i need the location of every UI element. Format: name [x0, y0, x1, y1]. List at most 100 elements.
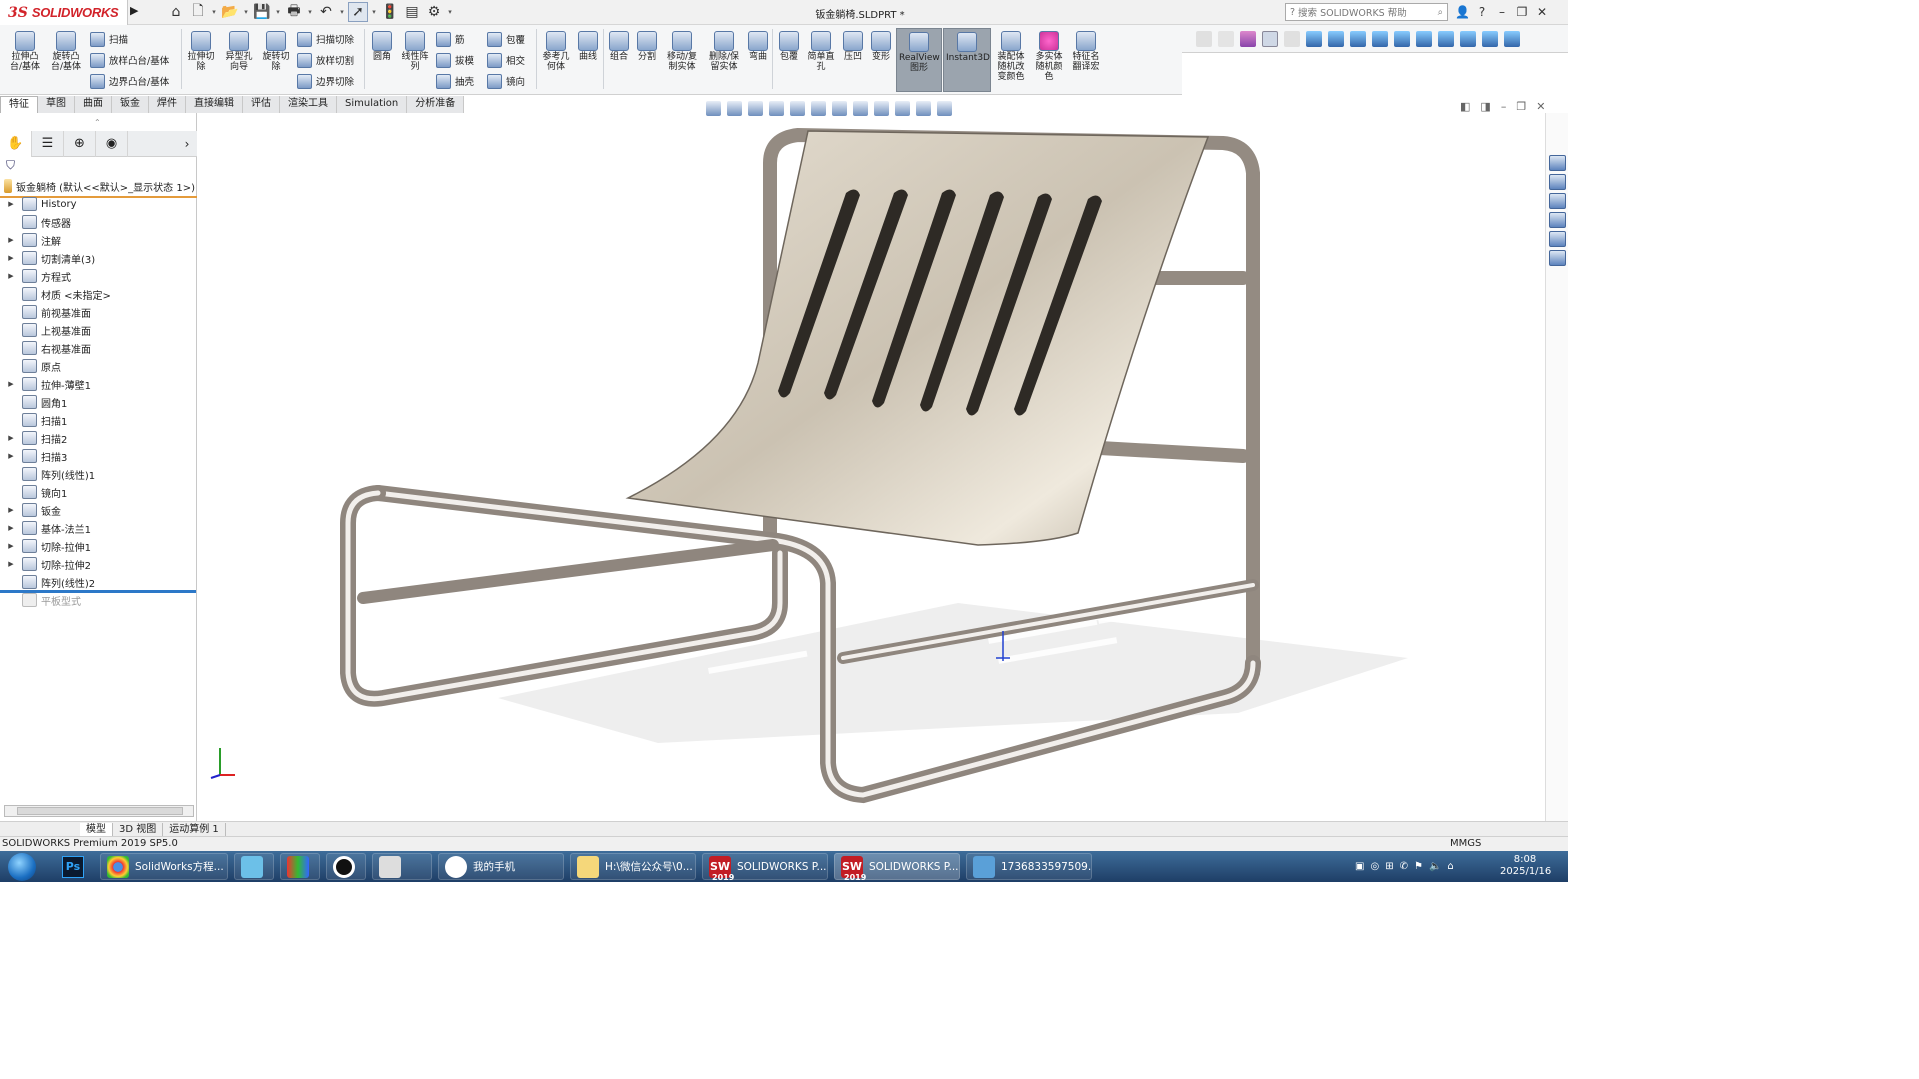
tree-item[interactable]: ▶ 扫描2 — [0, 429, 196, 447]
system-clock[interactable]: 8:08 2025/1/16 — [1500, 854, 1551, 878]
tree-item[interactable]: 前视基准面 — [0, 303, 196, 321]
tool-rib[interactable]: 筋 — [436, 30, 465, 48]
taskbar-recorder[interactable] — [326, 853, 366, 880]
apply-scene-icon[interactable] — [916, 100, 931, 116]
undo-dropdown-icon[interactable]: ▾ — [338, 8, 346, 16]
tree-item[interactable]: ▶ 钣金 — [0, 501, 196, 519]
tool-delete-keep-body[interactable]: 删除/保 留实体 — [704, 31, 744, 72]
tool-hole-wizard[interactable]: 异型孔 向导 — [220, 31, 258, 72]
filter-dimension-icon[interactable] — [1482, 30, 1498, 47]
filter-axis-icon[interactable] — [1394, 30, 1410, 47]
tool-revolve-boss[interactable]: 旋转凸 台/基体 — [46, 31, 86, 72]
restore-icon[interactable]: ❐ — [1515, 5, 1529, 19]
file-explorer-icon[interactable] — [1548, 193, 1566, 209]
taskbar-app[interactable] — [234, 853, 274, 880]
options-dropdown-icon[interactable]: ▾ — [446, 8, 454, 16]
appearances-scenes-icon[interactable] — [1548, 231, 1566, 247]
tray-app-icon[interactable]: ▣ — [1355, 861, 1364, 872]
tree-item[interactable]: 镜向1 — [0, 483, 196, 501]
scrollbar-thumb[interactable] — [17, 807, 183, 815]
configuration-manager-tab-icon[interactable]: ⊕ — [64, 130, 96, 157]
tool-boundary-cut[interactable]: 边界切除 — [297, 72, 354, 90]
tool-sweep[interactable]: 扫描 — [90, 30, 128, 48]
tool-reference-geometry[interactable]: 参考几 何体 — [539, 31, 573, 72]
appearance-manager-tab-icon[interactable]: ◉ — [96, 130, 128, 157]
save-icon[interactable]: 💾 — [252, 2, 272, 22]
feature-manager-tab-icon[interactable]: ✋ — [0, 130, 32, 157]
tree-item[interactable]: 圆角1 — [0, 393, 196, 411]
viewport-minimize-icon[interactable]: – — [1501, 100, 1507, 113]
filter-vertex-icon[interactable] — [1306, 30, 1322, 47]
rebuild-icon[interactable]: 🚦 — [380, 2, 400, 22]
tool-realview[interactable]: RealView 图形 — [896, 28, 942, 92]
filter-select-icon[interactable] — [1240, 30, 1256, 47]
tree-horizontal-scrollbar[interactable] — [4, 805, 194, 817]
tab-analysis-prep[interactable]: 分析准备 — [407, 96, 465, 113]
tool-loft[interactable]: 放样凸台/基体 — [90, 51, 169, 69]
orient-icon[interactable] — [706, 100, 721, 116]
tool-wrap-small[interactable]: 包覆 — [487, 30, 525, 48]
custom-properties-icon[interactable] — [1548, 250, 1566, 266]
tree-item[interactable]: ▶ 扫描3 — [0, 447, 196, 465]
tab-direct-editing[interactable]: 直接编辑 — [186, 96, 243, 113]
chevron-right-icon[interactable]: › — [177, 137, 197, 151]
tool-extrude-boss[interactable]: 拉伸凸 台/基体 — [6, 31, 44, 72]
viewport-restore-icon[interactable]: ❐ — [1516, 100, 1526, 113]
print-dropdown-icon[interactable]: ▾ — [306, 8, 314, 16]
tab-surfaces[interactable]: 曲面 — [75, 96, 112, 113]
view-settings-icon[interactable] — [937, 100, 952, 116]
tree-item[interactable]: 材质 <未指定> — [0, 285, 196, 303]
tray-grid-icon[interactable]: ⊞ — [1385, 861, 1393, 872]
tree-filter-icon[interactable]: ⛉ — [6, 158, 15, 173]
design-library-icon[interactable] — [1548, 174, 1566, 190]
undo-icon[interactable]: ↶ — [316, 2, 336, 22]
tray-wechat-icon[interactable]: ✆ — [1400, 861, 1408, 872]
zoom-area-icon[interactable] — [748, 100, 763, 116]
tool-simple-hole[interactable]: 简单直孔 — [804, 31, 838, 72]
taskbar-folder[interactable]: H:\微信公众号\0... — [570, 853, 696, 880]
tab-sheet-metal[interactable]: 钣金 — [112, 96, 149, 113]
tool-revolve-cut[interactable]: 旋转切除 — [259, 31, 293, 72]
tab-simulation[interactable]: Simulation — [337, 96, 408, 113]
tree-item[interactable]: 扫描1 — [0, 411, 196, 429]
section-view-icon[interactable] — [790, 100, 805, 116]
expand-arrow-icon[interactable]: ▶ — [6, 542, 16, 550]
filter-plane-icon[interactable] — [1416, 30, 1432, 47]
home-icon[interactable]: ⌂ — [166, 2, 186, 22]
filter-toggle-icon[interactable] — [1218, 30, 1234, 47]
filter-icon[interactable] — [1196, 30, 1212, 47]
tool-move-copy-body[interactable]: 移动/复 制实体 — [662, 31, 702, 72]
zoom-to-fit-icon[interactable] — [727, 100, 742, 116]
search-input[interactable]: 搜索 SOLIDWORKS 帮助 — [1298, 5, 1407, 19]
tool-boundary-boss[interactable]: 边界凸台/基体 — [90, 72, 169, 90]
tray-green-icon[interactable]: ◎ — [1370, 861, 1379, 872]
previous-view-icon[interactable] — [769, 100, 784, 116]
save-dropdown-icon[interactable]: ▾ — [274, 8, 282, 16]
taskbar-color-app[interactable] — [280, 853, 320, 880]
tool-swept-cut[interactable]: 扫描切除 — [297, 30, 354, 48]
taskbar-paint[interactable] — [372, 853, 432, 880]
tool-intersect[interactable]: 相交 — [487, 51, 525, 69]
filter-face-icon[interactable] — [1350, 30, 1366, 47]
tab-motion-study[interactable]: 运动算例 1 — [163, 822, 226, 836]
tool-draft[interactable]: 拔模 — [436, 51, 474, 69]
filter-sketch-icon[interactable] — [1460, 30, 1476, 47]
tool-instant3d[interactable]: Instant3D — [943, 28, 991, 92]
viewport-next-icon[interactable]: ◨ — [1480, 100, 1490, 113]
expand-arrow-icon[interactable]: ▶ — [6, 236, 16, 244]
solidworks-resources-icon[interactable] — [1548, 155, 1566, 171]
expand-arrow-icon[interactable]: ▶ — [6, 506, 16, 514]
options-gear-icon[interactable]: ⚙ — [424, 2, 444, 22]
tree-item[interactable]: ▶ 拉伸-薄壁1 — [0, 375, 196, 393]
select-cursor-icon[interactable]: ➚ — [348, 2, 368, 22]
tree-item[interactable]: 阵列(线性)2 — [0, 573, 196, 591]
new-document-icon[interactable]: 🗋 — [188, 2, 208, 22]
pane-collapse-handle[interactable]: ⌃ — [94, 118, 101, 127]
expand-arrow-icon[interactable]: ▶ — [6, 200, 16, 208]
tool-lofted-cut[interactable]: 放样切割 — [297, 51, 354, 69]
open-icon[interactable]: 📂 — [220, 2, 240, 22]
edit-appearance-icon[interactable] — [895, 100, 910, 116]
view-palette-icon[interactable] — [1548, 212, 1566, 228]
filter-body-icon[interactable] — [1372, 30, 1388, 47]
tool-deform[interactable]: 变形 — [868, 31, 894, 62]
